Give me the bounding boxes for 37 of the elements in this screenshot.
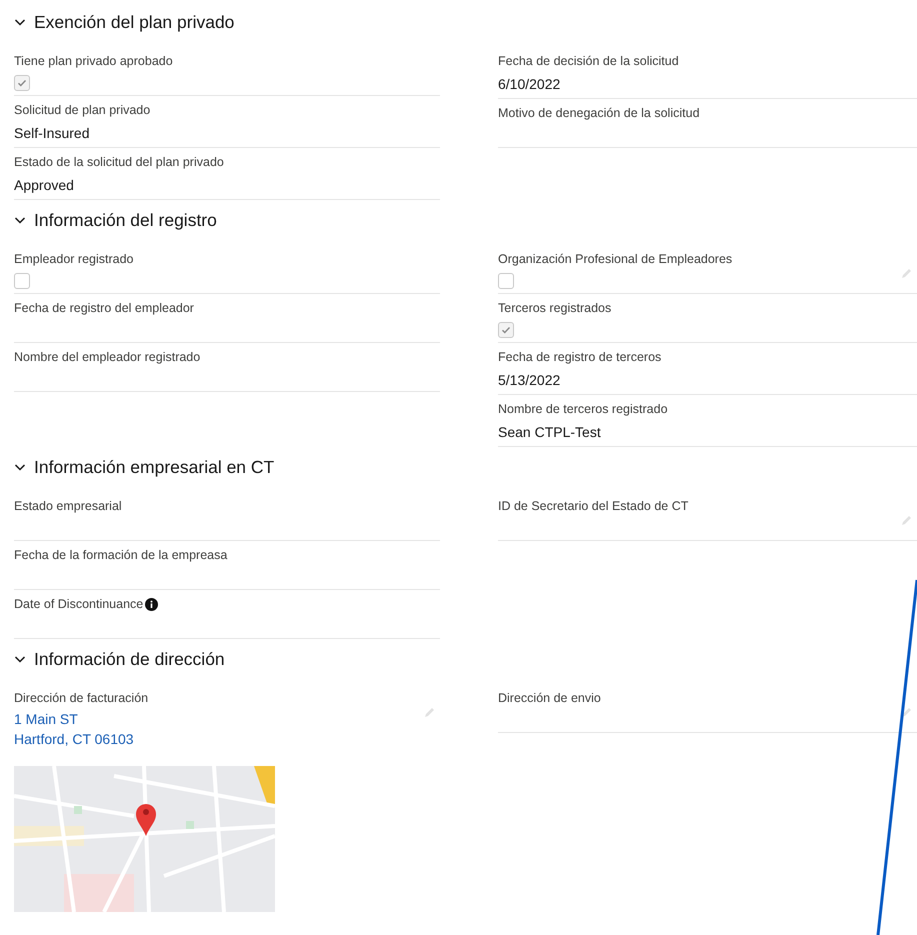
section-title[interactable]: Información de dirección (34, 648, 225, 670)
field-label: Fecha de registro del empleador (14, 300, 194, 316)
field-label: Solicitud de plan privado (14, 102, 150, 118)
map-drawing[interactable] (14, 766, 275, 912)
field-label: Empleador registrado (14, 251, 134, 267)
checkmark-icon (17, 78, 27, 88)
field-label: Dirección de envio (498, 690, 601, 706)
field-label: Terceros registrados (498, 300, 612, 316)
field-label: Nombre de terceros registrado (498, 401, 668, 417)
field-label: Date of Discontinuance (14, 596, 144, 612)
checkbox[interactable] (14, 75, 30, 91)
field-value: 6/10/2022 (498, 75, 562, 94)
field-label: Tiene plan privado aprobado (14, 53, 173, 69)
field-label: Organización Profesional de Empleadores (498, 251, 732, 267)
field-label: Fecha de registro de terceros (498, 349, 662, 365)
checkmark-icon (501, 325, 511, 335)
info-icon[interactable] (145, 598, 158, 610)
checkbox[interactable] (14, 273, 30, 289)
address-link[interactable]: 1 Main ST Hartford, CT 06103 (14, 709, 440, 749)
field-value: 5/13/2022 (498, 371, 562, 390)
field-value: Approved (14, 176, 75, 195)
field-value: Self-Insured (14, 124, 90, 143)
section-title[interactable]: Exención del plan privado (34, 12, 234, 32)
field-value: Sean CTPL-Test (498, 423, 602, 442)
section-title[interactable]: Información empresarial en CT (34, 456, 274, 478)
field-label: Estado de la solicitud del plan privado (14, 154, 224, 170)
field-label: Estado empresarial (14, 498, 122, 514)
checkbox[interactable] (498, 322, 514, 338)
field-label: Motivo de denegación de la solicitud (498, 105, 700, 121)
section-title[interactable]: Información del registro (34, 210, 217, 230)
field-label: Fecha de la formación de la empreasa (14, 547, 228, 563)
field-label: Dirección de facturación (14, 690, 148, 706)
field-label: Fecha de decisión de la solicitud (498, 53, 679, 69)
checkbox[interactable] (498, 273, 514, 289)
field-label: ID de Secretario del Estado de CT (498, 498, 688, 514)
field-label: Nombre del empleador registrado (14, 349, 200, 365)
pencil-icon[interactable] (901, 706, 913, 718)
